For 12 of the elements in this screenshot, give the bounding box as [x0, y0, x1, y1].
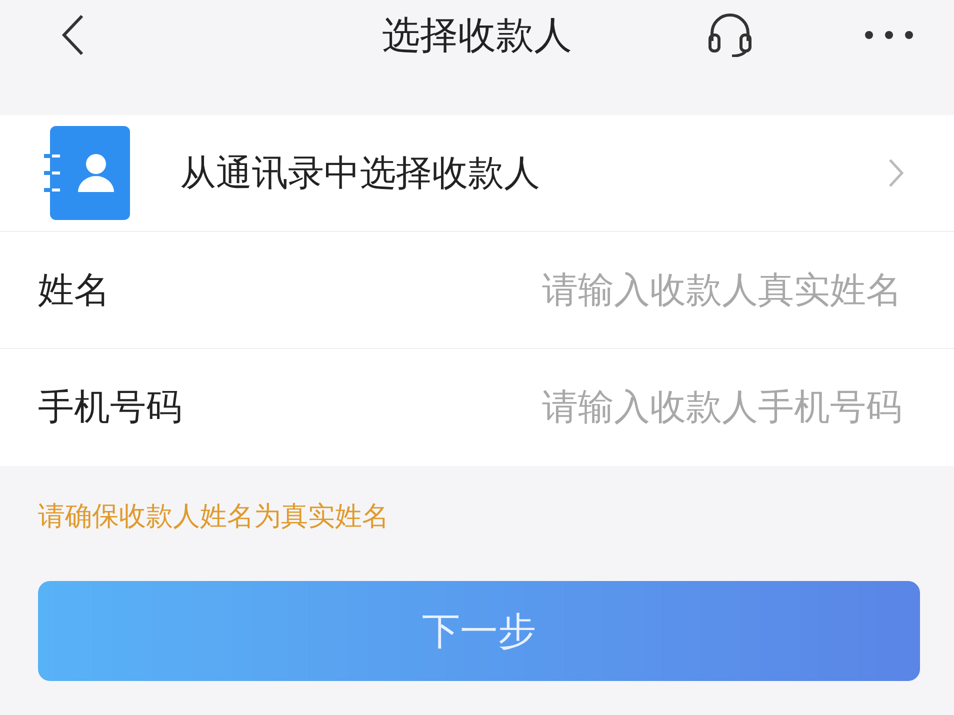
- input-field[interactable]: 请输入收款人手机号码: [298, 386, 904, 429]
- page-title: 选择收款人: [382, 12, 572, 59]
- input-field[interactable]: 请输入收款人真实姓名: [298, 268, 904, 312]
- notice-text: 请确保收款人姓名为真实姓名: [38, 501, 389, 532]
- headset-icon[interactable]: [706, 13, 754, 57]
- back-icon[interactable]: [60, 13, 86, 57]
- more-icon[interactable]: [864, 30, 914, 40]
- field-label: 姓名: [38, 268, 111, 312]
- contacts-link[interactable]: 从通讯录中选择收款人: [180, 148, 888, 198]
- field-label: 手机号码: [38, 386, 183, 430]
- chevron-icon: [888, 158, 904, 188]
- contacts-icon: [44, 126, 130, 220]
